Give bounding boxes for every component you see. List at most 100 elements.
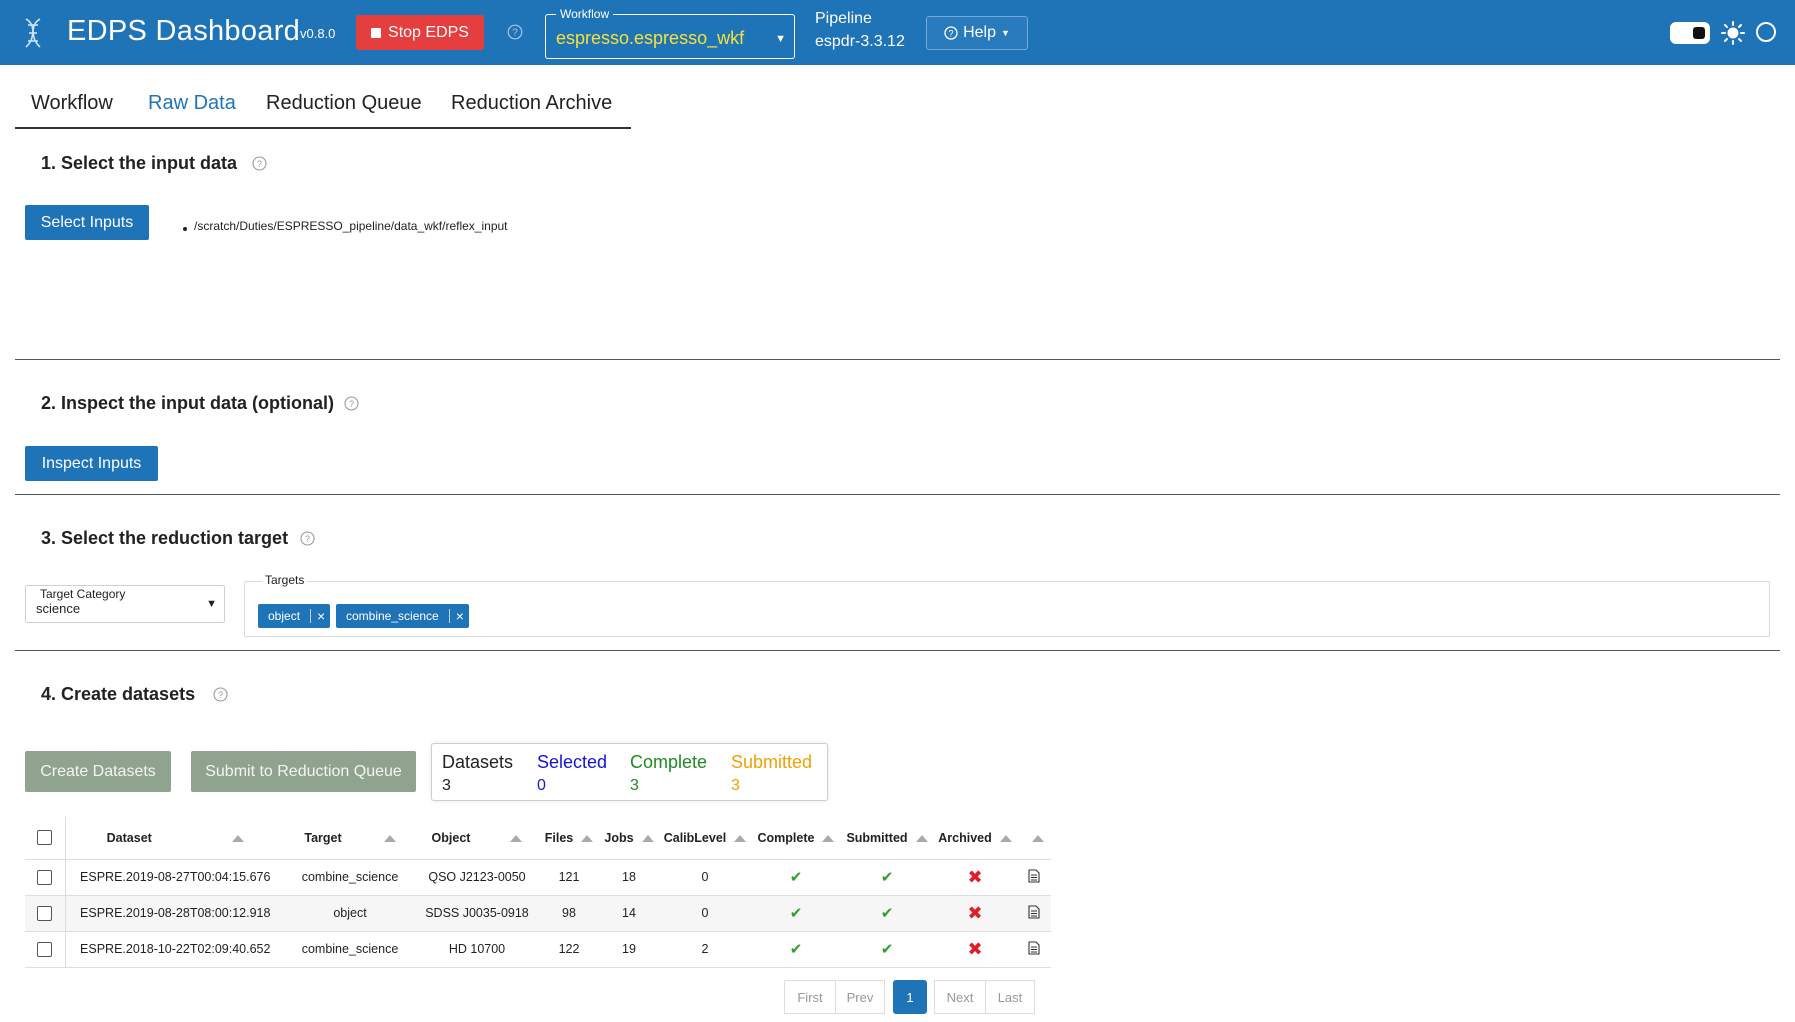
create-datasets-button[interactable]: Create Datasets [25, 751, 171, 792]
app-title: EDPS Dashboard [67, 15, 301, 47]
sort-icon [383, 834, 396, 842]
col-details[interactable] [1017, 817, 1051, 860]
cross-icon: ✖ [967, 866, 983, 887]
target-category-select[interactable]: Target Category science ▼ [25, 585, 225, 623]
close-icon[interactable]: × [311, 609, 330, 623]
inspect-inputs-button[interactable]: Inspect Inputs [25, 446, 158, 481]
col-caliblevel[interactable]: CalibLevel [659, 817, 751, 860]
cell-dataset: ESPRE.2019-08-28T08:00:12.918 [65, 895, 285, 932]
tab-reduction-archive[interactable]: Reduction Archive [451, 92, 612, 115]
cell-details [1017, 895, 1051, 932]
top-bar: EDPS Dashboard v0.8.0 Stop EDPS ? Workfl… [0, 0, 1795, 65]
cell-dataset: ESPRE.2019-08-27T00:04:15.676 [65, 859, 285, 896]
check-icon: ✔ [789, 941, 803, 958]
svg-text:?: ? [512, 28, 518, 39]
col-jobs[interactable]: Jobs [599, 817, 659, 860]
tab-reduction-queue[interactable]: Reduction Queue [266, 92, 422, 115]
check-icon: ✔ [789, 869, 803, 886]
circle-icon[interactable] [1756, 22, 1776, 42]
question-circle-icon[interactable]: ? [213, 687, 228, 702]
stop-edps-label: Stop EDPS [388, 23, 469, 41]
row-checkbox[interactable] [37, 869, 53, 885]
question-circle-icon[interactable]: ? [507, 24, 523, 40]
version-label: v0.8.0 [300, 26, 336, 41]
targets-label: Targets [262, 573, 308, 587]
select-all-checkbox[interactable] [37, 830, 53, 846]
close-icon[interactable]: × [450, 609, 469, 623]
col-target[interactable]: Target [285, 817, 415, 860]
col-label: Files [544, 830, 574, 845]
col-label: Jobs [604, 830, 634, 845]
document-icon[interactable] [1028, 904, 1040, 919]
col-submitted[interactable]: Submitted [841, 817, 933, 860]
select-inputs-button[interactable]: Select Inputs [25, 205, 149, 240]
section-divider [15, 359, 1780, 360]
page-last-button[interactable]: Last [985, 980, 1035, 1014]
col-label: Dataset [106, 830, 152, 845]
col-dataset[interactable]: Dataset [65, 817, 285, 860]
stop-square-icon [371, 27, 382, 38]
cell-target: combine_science [285, 859, 415, 896]
row-checkbox[interactable] [37, 941, 53, 957]
sort-icon [581, 834, 594, 842]
table-row[interactable]: ESPRE.2019-08-28T08:00:12.918 object SDS… [25, 895, 1051, 932]
svg-text:?: ? [949, 28, 954, 38]
document-icon[interactable] [1028, 940, 1040, 955]
check-icon: ✔ [880, 869, 894, 886]
page-next-button[interactable]: Next [934, 980, 986, 1014]
page-prev-button[interactable]: Prev [835, 980, 885, 1014]
document-icon[interactable] [1028, 868, 1040, 883]
question-circle-icon[interactable]: ? [300, 531, 315, 546]
question-circle-icon[interactable]: ? [252, 156, 267, 171]
list-bullet [183, 227, 187, 231]
help-dropdown-button[interactable]: ? Help ▼ [926, 16, 1028, 50]
svg-text:?: ? [257, 159, 262, 169]
table-row[interactable]: ESPRE.2019-08-27T00:04:15.676 combine_sc… [25, 859, 1051, 896]
tab-workflow[interactable]: Workflow [31, 92, 113, 115]
col-complete[interactable]: Complete [751, 817, 841, 860]
stat-datasets-value: 3 [442, 777, 451, 794]
workflow-select[interactable]: Workflow espresso.espresso_wkf ▼ [545, 7, 795, 59]
col-label: CalibLevel [663, 830, 727, 845]
tab-raw-data[interactable]: Raw Data [148, 92, 236, 115]
row-select-cell [25, 931, 66, 968]
pipeline-value: espdr-3.3.12 [815, 33, 905, 50]
chip-label: object [268, 609, 301, 623]
row-select-cell [25, 859, 66, 896]
section-3-title: 3. Select the reduction target [41, 528, 289, 548]
cell-complete: ✔ [751, 895, 841, 932]
col-object[interactable]: Object [415, 817, 539, 860]
cell-complete: ✔ [751, 859, 841, 896]
cell-submitted: ✔ [841, 931, 933, 968]
table-row[interactable]: ESPRE.2018-10-22T02:09:40.652 combine_sc… [25, 931, 1051, 968]
col-files[interactable]: Files [539, 817, 599, 860]
cell-details [1017, 859, 1051, 896]
page-first-button[interactable]: First [784, 980, 836, 1014]
stop-edps-button[interactable]: Stop EDPS [356, 15, 484, 50]
col-archived[interactable]: Archived [933, 817, 1017, 860]
dataset-stats: Datasets 3 Selected 0 Complete 3 Submitt… [431, 743, 828, 801]
table-header-row: Dataset Target Object Files Jobs CalibLe… [25, 817, 1051, 860]
caret-down-icon: ▼ [1000, 28, 1010, 38]
stat-selected-label: Selected [537, 752, 608, 772]
cell-target: object [285, 895, 415, 932]
sort-icon [915, 834, 928, 842]
page-current-button[interactable]: 1 [893, 980, 927, 1014]
question-circle-icon[interactable]: ? [344, 396, 359, 411]
theme-toggle[interactable] [1670, 22, 1710, 44]
cross-icon: ✖ [967, 902, 983, 923]
row-checkbox[interactable] [37, 905, 53, 921]
svg-text:?: ? [349, 399, 354, 409]
help-label: Help [963, 24, 996, 41]
target-category-label: Target Category [40, 587, 126, 601]
cell-caliblevel: 0 [659, 895, 751, 932]
cell-jobs: 19 [599, 931, 659, 968]
submit-to-queue-button[interactable]: Submit to Reduction Queue [191, 751, 416, 792]
workflow-label: Workflow [556, 7, 614, 21]
sun-icon[interactable] [1720, 20, 1746, 46]
cell-dataset: ESPRE.2018-10-22T02:09:40.652 [65, 931, 285, 968]
section-divider [15, 650, 1780, 651]
stat-selected-value: 0 [537, 777, 546, 794]
targets-multiselect[interactable]: Targets object × combine_science × [244, 573, 1770, 637]
datasets-table: Dataset Target Object Files Jobs CalibLe… [25, 817, 1051, 968]
